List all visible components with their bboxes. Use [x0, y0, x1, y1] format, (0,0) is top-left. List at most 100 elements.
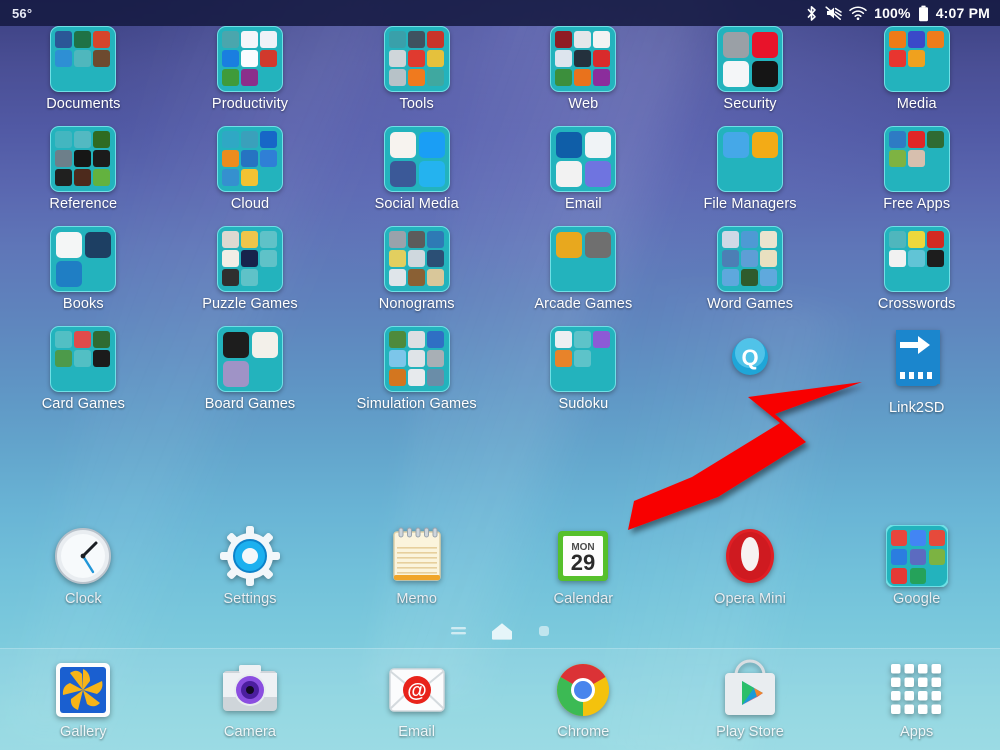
chrome-icon[interactable] [552, 659, 614, 721]
folder-tile[interactable] [383, 26, 450, 92]
page-indicator[interactable] [0, 622, 1000, 644]
camera-icon[interactable] [219, 659, 281, 721]
folder-mini-icon [574, 350, 592, 367]
opera-mini-icon[interactable] [719, 525, 781, 587]
folder-web[interactable]: Web [500, 26, 667, 126]
folder-documents[interactable]: Documents [0, 26, 167, 126]
folder-mini-icon [93, 150, 111, 167]
app-calendar[interactable]: MON 29 Calendar [500, 512, 667, 620]
folder-tile[interactable] [883, 126, 950, 192]
folder-mini-icon [907, 31, 925, 48]
folder-file-managers[interactable]: File Managers [667, 126, 834, 226]
calendar-icon[interactable]: MON 29 [552, 525, 614, 587]
folder-mini-icon [888, 231, 906, 248]
folder-tile[interactable] [550, 126, 617, 192]
folder-mini-icon [556, 132, 583, 158]
folder-puzzle-games[interactable]: Puzzle Games [167, 226, 334, 326]
app-google[interactable]: Google [833, 512, 1000, 620]
dock-app-apps[interactable]: Apps [833, 659, 1000, 740]
folder-mini-icon [926, 31, 944, 48]
list-page-icon[interactable] [450, 624, 467, 643]
folder-sudoku[interactable]: Sudoku [500, 326, 667, 426]
dock-app-camera[interactable]: Camera [167, 659, 334, 740]
folder-tile[interactable] [550, 326, 617, 392]
status-bar[interactable]: 56° 100% 4:07 PM [0, 0, 1000, 26]
folder-tile[interactable] [383, 126, 450, 192]
folder-free-apps[interactable]: Free Apps [833, 126, 1000, 226]
folder-mini-icon [760, 250, 778, 267]
folder-mini-icon [388, 31, 406, 48]
dock-app-gallery[interactable]: Gallery [0, 659, 167, 740]
folder-mini-icon [888, 131, 906, 148]
apps-grid-icon[interactable] [886, 659, 948, 721]
settings-gear-icon[interactable] [219, 525, 281, 587]
gallery-icon[interactable] [52, 659, 114, 721]
folder-tile[interactable] [217, 126, 283, 192]
home-page-icon[interactable] [491, 622, 513, 645]
folder-tile[interactable] [217, 26, 283, 92]
folder-tile[interactable] [50, 326, 117, 392]
link2sd-icon[interactable] [882, 326, 952, 396]
svg-text:@: @ [407, 680, 427, 702]
folder-reference[interactable]: Reference [0, 126, 167, 226]
folder-books[interactable]: Books [0, 226, 167, 326]
app-settings[interactable]: Settings [167, 512, 334, 620]
app-clock[interactable]: Clock [0, 512, 167, 620]
play-store-icon[interactable] [719, 659, 781, 721]
email-at-icon[interactable]: @ [386, 659, 448, 721]
folder-mini-icon [74, 331, 92, 348]
folder-board-games[interactable]: Board Games [167, 326, 334, 426]
folder-mini-icon [55, 169, 73, 186]
folder-cloud[interactable]: Cloud [167, 126, 334, 226]
folder-arcade-games[interactable]: Arcade Games [500, 226, 667, 326]
folder-productivity[interactable]: Productivity [167, 26, 334, 126]
folder-mini-icon [926, 131, 944, 148]
folder-tile[interactable] [717, 26, 784, 92]
dock-app-chrome[interactable]: Chrome [500, 659, 667, 740]
folder-mini-icon [574, 331, 592, 348]
google-folder-icon[interactable] [885, 525, 948, 587]
folder-mini-icon [222, 169, 239, 186]
folder-tile[interactable] [383, 226, 450, 292]
folder-tile[interactable] [383, 326, 450, 392]
quickpic-q-icon[interactable]: Q [719, 326, 781, 388]
folder-mini-icon [55, 350, 73, 367]
folder-media[interactable]: Media [833, 26, 1000, 126]
folder-tile[interactable] [217, 226, 283, 292]
icon-label: File Managers [703, 196, 797, 212]
folder-crosswords[interactable]: Crosswords [833, 226, 1000, 326]
folder-tile[interactable] [50, 26, 117, 92]
folder-mini-icon [585, 132, 612, 158]
folder-tile[interactable] [217, 326, 283, 392]
folder-tile[interactable] [883, 226, 950, 292]
home-grid-row: Books Puzzle Games Nonograms Arcade Games Wo… [0, 226, 1000, 326]
dock-app-play-store[interactable]: Play Store [667, 659, 834, 740]
folder-mini-icon [407, 331, 425, 348]
memo-notepad-icon[interactable] [386, 525, 448, 587]
app-quickpic-q-icon[interactable]: Q [667, 326, 834, 426]
folder-tile[interactable] [550, 26, 617, 92]
folder-social-media[interactable]: Social Media [333, 126, 500, 226]
folder-card-games[interactable]: Card Games [0, 326, 167, 426]
app-opera-mini[interactable]: Opera Mini [667, 512, 834, 620]
folder-tile[interactable] [717, 126, 784, 192]
app-memo[interactable]: Memo [333, 512, 500, 620]
folder-email[interactable]: Email [500, 126, 667, 226]
folder-tile[interactable] [717, 226, 784, 292]
folder-tile[interactable] [50, 126, 117, 192]
folder-security[interactable]: Security [667, 26, 834, 126]
app-link2sd[interactable]: Link2SD [833, 326, 1000, 426]
dock-app-email[interactable]: @ Email [333, 659, 500, 740]
folder-mini-icon [741, 269, 759, 286]
folder-tile[interactable] [550, 226, 617, 292]
folder-tile[interactable] [883, 26, 950, 92]
folder-tile[interactable] [50, 226, 117, 292]
clock-icon[interactable] [52, 525, 114, 587]
folder-word-games[interactable]: Word Games [667, 226, 834, 326]
home-grid-row: Reference Cloud Social Media Email File Mana… [0, 126, 1000, 226]
icon-label: Media [896, 96, 937, 112]
dot-page-icon[interactable] [537, 624, 551, 643]
folder-tools[interactable]: Tools [333, 26, 500, 126]
folder-simulation-games[interactable]: Simulation Games [333, 326, 500, 426]
folder-nonograms[interactable]: Nonograms [333, 226, 500, 326]
